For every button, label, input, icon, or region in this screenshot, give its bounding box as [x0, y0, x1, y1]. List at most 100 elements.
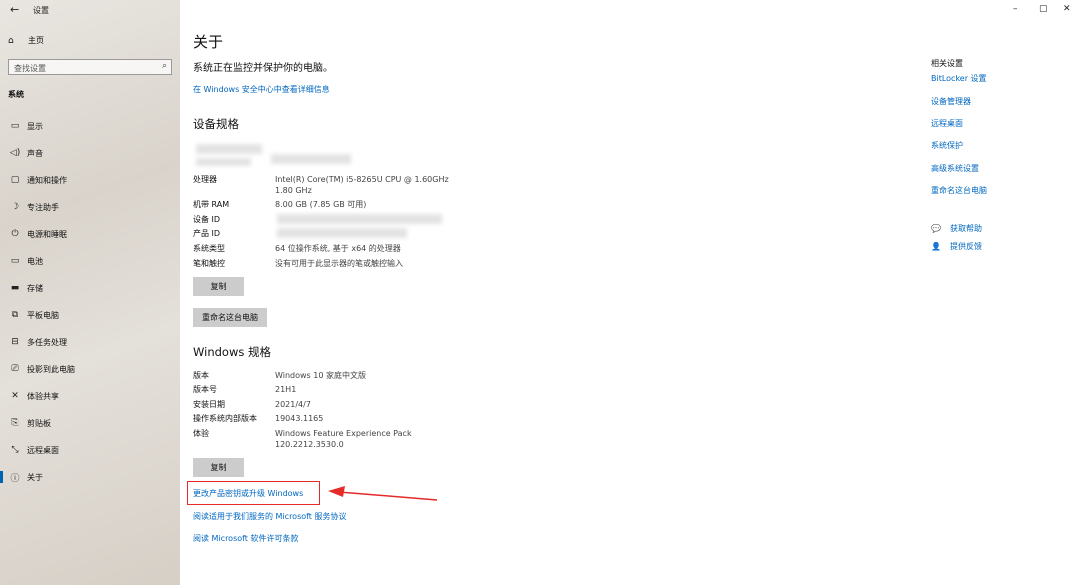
project-icon: ⎚	[11, 364, 19, 374]
speaker-icon: ◁)	[9, 148, 21, 158]
minimize-button[interactable]: –	[1013, 4, 1018, 14]
sidebar-item-display[interactable]: ▭ 显示	[0, 115, 180, 137]
sidebar-item-label: 投影到此电脑	[27, 364, 75, 374]
sidebar-item-label: 电池	[27, 256, 43, 266]
spec-key: 体验	[193, 429, 209, 438]
related-link-rename-pc[interactable]: 重命名这台电脑	[931, 185, 987, 196]
sidebar-home-label: 主页	[28, 36, 44, 45]
related-link-system-protection[interactable]: 系统保护	[931, 140, 963, 151]
device-name-redacted	[271, 154, 351, 164]
sidebar-item-battery[interactable]: ▭ 电池	[0, 250, 180, 272]
spec-key: 笔和触控	[193, 259, 225, 268]
spec-key: 操作系统内部版本	[193, 414, 257, 423]
battery-icon: ▭	[10, 256, 20, 266]
feedback-person-icon: 👤	[931, 242, 941, 251]
sidebar-item-about[interactable]: ⓘ 关于	[0, 466, 180, 488]
sidebar-item-remote-desktop[interactable]: ⤡ 远程桌面	[0, 439, 180, 461]
moon-icon: ☽	[10, 202, 20, 212]
back-arrow-icon[interactable]: ←	[10, 3, 19, 16]
close-button[interactable]: ✕	[1063, 4, 1071, 14]
spec-value: 64 位操作系统, 基于 x64 的处理器	[275, 244, 401, 253]
sidebar-item-notifications[interactable]: ▢ 通知和操作	[0, 169, 180, 191]
sidebar-item-sound[interactable]: ◁) 声音	[0, 142, 180, 164]
related-link-device-manager[interactable]: 设备管理器	[931, 96, 971, 107]
give-feedback-link[interactable]: 👤 提供反馈	[931, 241, 982, 252]
monitor-icon: ▭	[10, 121, 20, 131]
remote-icon: ⤡	[11, 445, 19, 455]
windows-specs-heading: Windows 规格	[193, 345, 271, 359]
sidebar-item-project[interactable]: ⎚ 投影到此电脑	[0, 358, 180, 380]
search-input[interactable]: 查找设置 ⌕	[8, 59, 172, 75]
sidebar-item-power[interactable]: ⏻ 电源和睡眠	[0, 223, 180, 245]
sidebar-section-title: 系统	[8, 90, 24, 99]
sidebar-home[interactable]: ⌂ 主页	[8, 35, 44, 46]
spec-value: Intel(R) Core(TM) i5-8265U CPU @ 1.60GHz…	[275, 175, 449, 195]
get-help-link[interactable]: 💬 获取帮助	[931, 223, 982, 234]
device-name-redacted	[196, 144, 262, 154]
search-icon: ⌕	[161, 61, 167, 71]
spec-key: 机带 RAM	[193, 200, 230, 209]
spec-value: 19043.1165	[275, 414, 324, 423]
spec-value: 8.00 GB (7.85 GB 可用)	[275, 200, 367, 209]
chat-bubble-icon: 💬	[931, 224, 941, 233]
sidebar-item-label: 显示	[27, 121, 43, 131]
notification-icon: ▢	[10, 175, 20, 185]
spec-key: 版本号	[193, 385, 217, 394]
device-specs-heading: 设备规格	[193, 117, 239, 131]
related-settings-title: 相关设置	[931, 59, 963, 68]
sidebar-item-label: 远程桌面	[27, 445, 59, 455]
clipboard-icon: ⎘	[11, 418, 19, 428]
sidebar-item-multitasking[interactable]: ⊟ 多任务处理	[0, 331, 180, 353]
copy-windows-specs-button[interactable]: 复制	[193, 458, 244, 477]
spec-key: 安装日期	[193, 400, 225, 409]
protection-status: 系统正在监控并保护你的电脑。	[193, 63, 333, 74]
copy-device-specs-button[interactable]: 复制	[193, 277, 244, 296]
sidebar-item-storage[interactable]: ▬ 存储	[0, 277, 180, 299]
give-feedback-label: 提供反馈	[950, 242, 982, 251]
sidebar-item-tablet[interactable]: ⧉ 平板电脑	[0, 304, 180, 326]
tablet-icon: ⧉	[11, 310, 19, 320]
maximize-button[interactable]: ▢	[1039, 4, 1048, 14]
security-center-link[interactable]: 在 Windows 安全中心中查看详细信息	[193, 84, 330, 95]
services-agreement-link[interactable]: 阅读适用于我们服务的 Microsoft 服务协议	[193, 511, 347, 522]
sidebar-item-label: 平板电脑	[27, 310, 59, 320]
spec-key: 版本	[193, 371, 209, 380]
search-placeholder: 查找设置	[14, 64, 46, 73]
sidebar-item-shared-experiences[interactable]: ✕ 体验共享	[0, 385, 180, 407]
rename-pc-button[interactable]: 重命名这台电脑	[193, 308, 267, 327]
sidebar-item-label: 体验共享	[27, 391, 59, 401]
related-link-bitlocker[interactable]: BitLocker 设置	[931, 73, 987, 84]
device-id-redacted	[277, 214, 442, 224]
multitask-icon: ⊟	[11, 337, 19, 347]
get-help-label: 获取帮助	[950, 224, 982, 233]
home-icon: ⌂	[8, 35, 14, 46]
spec-value: 没有可用于此显示器的笔或触控输入	[275, 259, 403, 268]
app-title: 设置	[33, 6, 49, 15]
annotation-highlight-box	[187, 481, 320, 505]
spec-key: 产品 ID	[193, 229, 221, 238]
spec-value: 21H1	[275, 385, 297, 394]
sidebar-item-label: 多任务处理	[27, 337, 67, 347]
spec-value: Windows Feature Experience Pack 120.2212.…	[275, 429, 412, 449]
page-title: 关于	[193, 33, 224, 51]
info-icon: ⓘ	[10, 473, 20, 484]
sidebar-item-focus-assist[interactable]: ☽ 专注助手	[0, 196, 180, 218]
sidebar-item-label: 专注助手	[27, 202, 59, 212]
power-icon: ⏻	[11, 229, 19, 239]
annotation-arrow-icon	[328, 486, 438, 501]
sidebar-item-label: 存储	[27, 283, 43, 293]
spec-key: 处理器	[193, 175, 217, 184]
license-terms-link[interactable]: 阅读 Microsoft 软件许可条款	[193, 533, 299, 544]
related-link-advanced-settings[interactable]: 高级系统设置	[931, 163, 979, 174]
spec-key: 设备 ID	[193, 215, 221, 224]
sidebar-item-label: 电源和睡眠	[27, 229, 67, 239]
sidebar: ← 设置 ⌂ 主页 查找设置 ⌕ 系统 ▭ 显示 ◁) 声音 ▢ 通知和操作 ☽…	[0, 0, 180, 585]
spec-value: Windows 10 家庭中文版	[275, 371, 366, 380]
sidebar-item-label: 关于	[27, 472, 43, 482]
sidebar-item-label: 声音	[27, 148, 43, 158]
sidebar-item-label: 剪贴板	[27, 418, 51, 428]
sidebar-item-clipboard[interactable]: ⎘ 剪贴板	[0, 412, 180, 434]
related-link-remote-desktop[interactable]: 远程桌面	[931, 118, 963, 129]
storage-icon: ▬	[10, 283, 20, 293]
share-icon: ✕	[11, 391, 19, 401]
